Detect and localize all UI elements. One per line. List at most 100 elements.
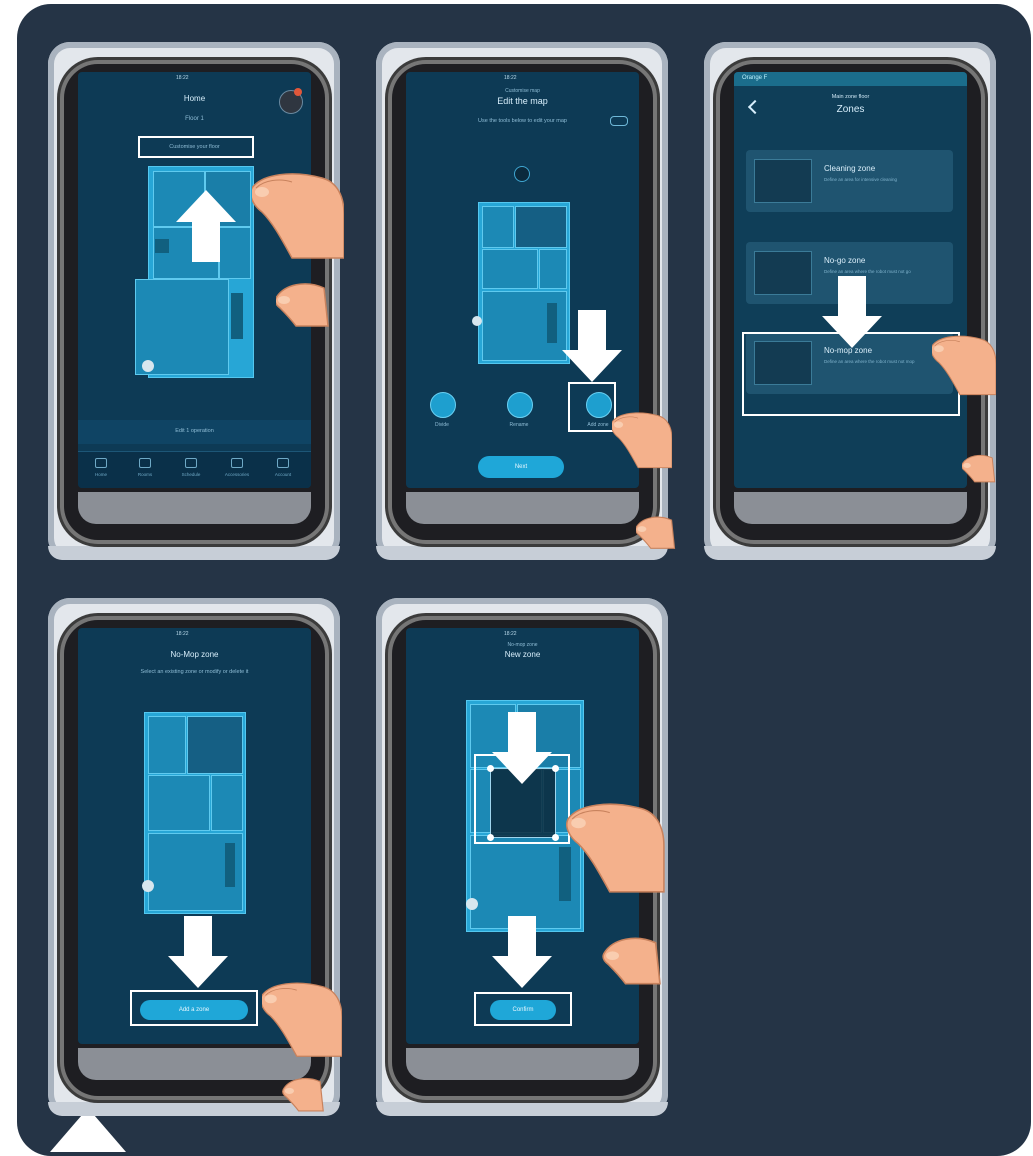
zone-title: Cleaning zone [824, 164, 876, 173]
divide-label: Divide [435, 422, 449, 428]
home-icon [95, 458, 107, 468]
map-room [148, 716, 186, 774]
status-time: 18:22 [504, 75, 517, 81]
zone-description: Define an area where the robot must not … [824, 269, 911, 274]
map-room [187, 716, 243, 774]
edit-operation-label[interactable]: Edit 1 operation [78, 428, 311, 434]
screen-subtitle: Customise map [505, 88, 540, 94]
map-room [539, 249, 567, 289]
card-shade [48, 546, 340, 560]
status-time: 18:22 [504, 631, 517, 637]
tab-schedule[interactable]: Schedule [176, 458, 206, 477]
status-bar: 18:22 [78, 628, 311, 640]
toggle-switch[interactable] [610, 116, 628, 126]
tab-accessories[interactable]: Accessories [222, 458, 252, 477]
step-card-3: Orange F Main zone floor Zones Cleaning … [704, 42, 996, 560]
arrow-down-icon [562, 310, 622, 382]
screen-title: Home [183, 94, 206, 103]
no-go-zone-thumbnail [754, 251, 812, 295]
map-room [515, 206, 567, 248]
hand-thumb-icon [636, 516, 676, 549]
tab-rooms[interactable]: Rooms [130, 458, 160, 477]
rename-button[interactable] [507, 392, 533, 418]
floor-map [478, 202, 570, 364]
hand-thumb-icon [282, 1077, 324, 1112]
map-obstacle [155, 239, 169, 253]
map-obstacle [547, 303, 557, 343]
screen-title: Zones [836, 104, 865, 115]
hand-thumb-icon [276, 283, 329, 327]
map-room [211, 775, 243, 831]
arrow-up-icon [176, 190, 236, 262]
next-button[interactable]: Next [478, 456, 564, 478]
step-card-1: 18:22 Home Floor 1 Customise your floor … [48, 42, 344, 560]
step-card-4: 18:22 No-Mop zone Select an existing zon… [48, 598, 342, 1116]
tab-label: Accessories [224, 472, 250, 477]
tab-label: Rooms [137, 472, 153, 477]
account-icon [277, 458, 289, 468]
tab-account[interactable]: Account [268, 458, 298, 477]
status-bar: Orange F [734, 72, 967, 86]
tab-bar: Home Rooms Schedule Accessories Account [78, 451, 311, 488]
dock-icon [142, 360, 154, 372]
zone-description: Define an area for intensive cleaning [824, 177, 898, 182]
step-card-2: 18:22 Customise map Edit the map Use the… [376, 42, 676, 560]
rooms-icon [139, 458, 151, 468]
map-room [482, 206, 514, 248]
highlight-box [130, 990, 258, 1026]
arrow-down-icon [492, 916, 552, 988]
divide-button[interactable] [430, 392, 456, 418]
map-room [482, 249, 538, 289]
status-time: 18:22 [176, 75, 189, 81]
dock-icon [466, 898, 478, 910]
screen-subtitle: No-mop zone [507, 642, 538, 648]
cleaning-zone-thumbnail [754, 159, 812, 203]
schedule-icon [185, 458, 197, 468]
zone-card-cleaning[interactable]: Cleaning zone Define an area for intensi… [746, 150, 953, 212]
hand-pointer-icon [612, 412, 672, 469]
screen-hint: Select an existing zone or modify or del… [140, 669, 249, 675]
card-shade [376, 546, 668, 560]
notification-badge [294, 88, 302, 96]
phone-chin [78, 492, 311, 524]
dock-icon [472, 316, 482, 326]
screen-title: Edit the map [497, 96, 548, 106]
step-card-5: 18:22 No-mop zone New zone Confirm [376, 598, 668, 1116]
screen-title: No-Mop zone [170, 650, 219, 659]
robot-icon [514, 166, 530, 182]
phone-chin [734, 492, 967, 524]
hand-pointer-icon [262, 982, 342, 1057]
hand-thumb-icon [962, 454, 996, 483]
status-carrier: Orange F [742, 75, 768, 81]
map-obstacle [225, 843, 235, 887]
tab-label: Account [274, 472, 292, 477]
highlight-box [138, 136, 254, 158]
highlight-box [568, 382, 616, 432]
tab-home[interactable]: Home [86, 458, 116, 477]
floor-map [144, 712, 246, 914]
tab-label: Schedule [181, 472, 201, 477]
hand-pointer-icon [932, 335, 996, 396]
status-bar: 18:22 [406, 628, 639, 640]
status-bar: 18:22 [78, 72, 311, 84]
status-bar: 18:22 [406, 72, 639, 84]
accessories-icon [231, 458, 243, 468]
phone-chin [406, 492, 639, 524]
hand-pointer-icon [252, 173, 344, 259]
screen-subtitle: Main zone floor [831, 94, 870, 100]
arrow-down-icon [492, 712, 552, 784]
map-obstacle [231, 293, 243, 339]
hand-thumb-icon [602, 937, 661, 985]
zone-title: No-go zone [824, 256, 866, 265]
floor-label[interactable]: Floor 1 [78, 116, 311, 122]
phone-screen: 18:22 Customise map Edit the map Use the… [406, 72, 639, 488]
rename-label: Rename [509, 422, 529, 428]
highlight-box [474, 992, 572, 1026]
screen-title: New zone [504, 650, 541, 659]
card-shade [704, 546, 996, 560]
status-time: 18:22 [176, 631, 189, 637]
map-room [148, 775, 210, 831]
screen-hint: Use the tools below to edit your map [478, 118, 567, 124]
arrow-down-icon [168, 916, 228, 988]
tab-label: Home [94, 472, 107, 477]
